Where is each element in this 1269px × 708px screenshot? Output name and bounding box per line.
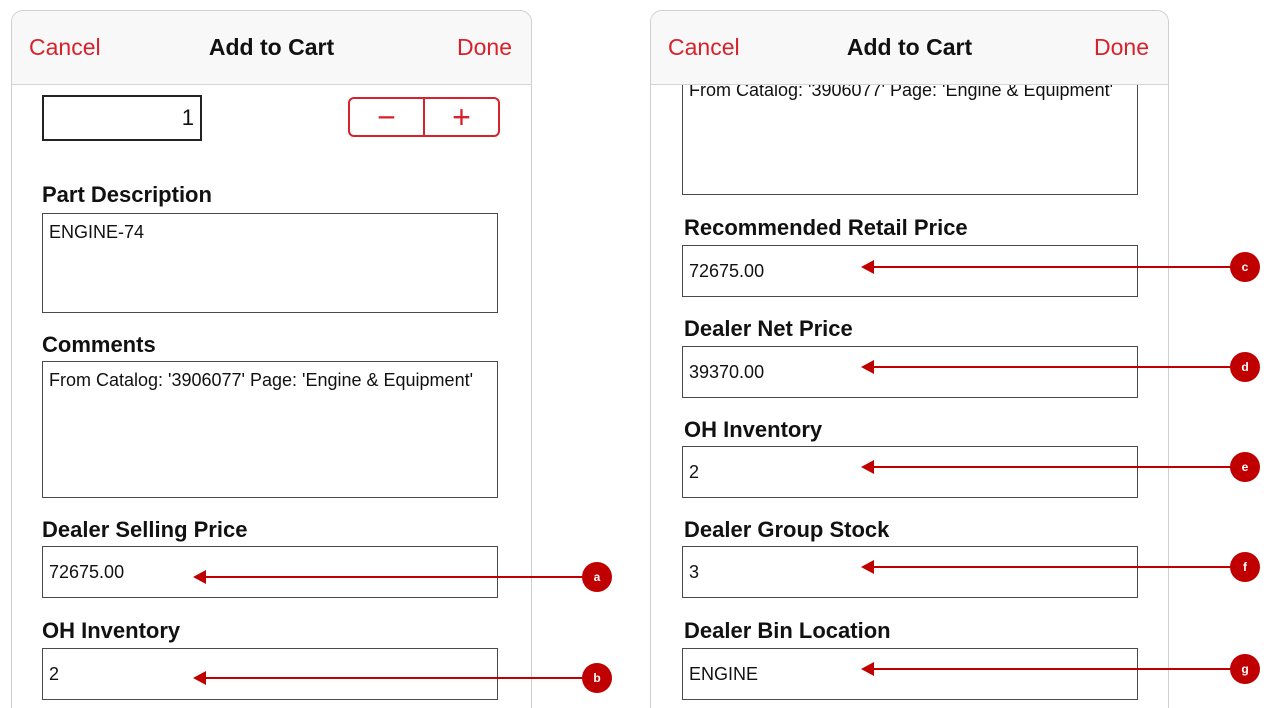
navigation-bar: Cancel Add to Cart Done (651, 11, 1168, 85)
callout-marker-d: d (1230, 352, 1260, 382)
callout-arrow-c (861, 260, 1238, 274)
callout-marker-a: a (582, 562, 612, 592)
callout-marker-f: f (1230, 552, 1260, 582)
quantity-field[interactable]: 1 (42, 95, 202, 141)
dealer-bin-location-label: Dealer Bin Location (684, 618, 891, 643)
form-content: From Catalog: '3906077' Page: 'Engine & … (651, 71, 1168, 708)
callout-arrow-g (861, 662, 1238, 676)
increment-button[interactable]: + (423, 99, 498, 135)
add-to-cart-panel-left: Cancel Add to Cart Done 1 − + Part Descr… (11, 10, 532, 708)
callout-arrow-b (193, 671, 590, 685)
callout-marker-b: b (582, 663, 612, 693)
dealer-selling-price-field[interactable]: 72675.00 (42, 546, 498, 598)
oh-inventory-field[interactable]: 2 (682, 446, 1138, 498)
decrement-button[interactable]: − (350, 99, 423, 135)
dealer-group-stock-field[interactable]: 3 (682, 546, 1138, 598)
dealer-selling-price-label: Dealer Selling Price (42, 517, 248, 542)
dealer-bin-location-field[interactable]: ENGINE (682, 648, 1138, 700)
recommended-retail-price-field[interactable]: 72675.00 (682, 245, 1138, 297)
callout-arrow-f (861, 560, 1238, 574)
callout-marker-e: e (1230, 452, 1260, 482)
navigation-bar: Cancel Add to Cart Done (12, 11, 531, 85)
recommended-retail-price-label: Recommended Retail Price (684, 215, 968, 240)
comments-field[interactable]: From Catalog: '3906077' Page: 'Engine & … (682, 71, 1138, 195)
callout-arrow-e (861, 460, 1238, 474)
dealer-net-price-field[interactable]: 39370.00 (682, 346, 1138, 398)
part-description-label: Part Description (42, 182, 212, 207)
callout-arrow-d (861, 360, 1238, 374)
oh-inventory-field[interactable]: 2 (42, 648, 498, 700)
callout-arrow-a (193, 570, 590, 584)
dealer-group-stock-label: Dealer Group Stock (684, 517, 890, 542)
form-content: 1 − + Part Description ENGINE-74 Comment… (12, 85, 531, 708)
oh-inventory-label: OH Inventory (684, 417, 823, 442)
add-to-cart-panel-right: Cancel Add to Cart Done From Catalog: '3… (650, 10, 1169, 708)
dealer-net-price-label: Dealer Net Price (684, 316, 853, 341)
cancel-button[interactable]: Cancel (668, 33, 740, 61)
cancel-button[interactable]: Cancel (29, 33, 101, 61)
oh-inventory-label: OH Inventory (42, 618, 181, 643)
quantity-stepper[interactable]: − + (348, 97, 500, 137)
comments-label: Comments (42, 332, 156, 357)
callout-marker-c: c (1230, 252, 1260, 282)
callout-marker-g: g (1230, 654, 1260, 684)
comments-field[interactable]: From Catalog: '3906077' Page: 'Engine & … (42, 361, 498, 498)
done-button[interactable]: Done (1094, 33, 1149, 61)
done-button[interactable]: Done (457, 33, 512, 61)
part-description-field[interactable]: ENGINE-74 (42, 213, 498, 313)
